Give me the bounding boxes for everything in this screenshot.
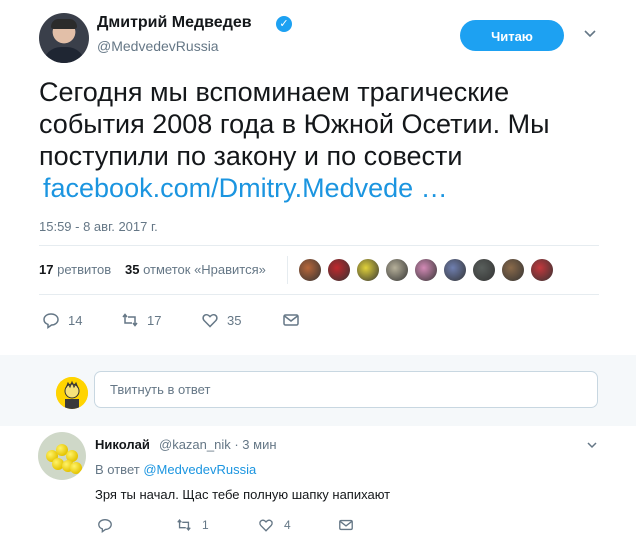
- reply-icon: [98, 518, 112, 533]
- reply-retweet-button[interactable]: 1: [176, 517, 209, 533]
- reply-reply-button[interactable]: [97, 517, 123, 533]
- retweet-icon: [177, 519, 191, 531]
- reply-button[interactable]: 14: [42, 311, 82, 329]
- current-user-avatar: [56, 377, 88, 409]
- retweets-stat[interactable]: 17 ретвитов: [39, 262, 111, 277]
- chevron-down-icon[interactable]: [586, 439, 598, 451]
- tweet-text: Сегодня мы вспоминаем трагические событи…: [39, 77, 550, 171]
- chevron-down-icon[interactable]: [583, 26, 597, 40]
- reply-like-count: 4: [284, 518, 291, 532]
- reply-count: 14: [68, 312, 83, 328]
- author-name[interactable]: Дмитрий Медведев: [97, 14, 252, 32]
- author-avatar[interactable]: [39, 13, 89, 63]
- reply-icon: [43, 313, 59, 329]
- reply-author-name[interactable]: Николай: [95, 437, 150, 452]
- liker-avatar[interactable]: [501, 258, 525, 282]
- liker-avatar[interactable]: [327, 258, 351, 282]
- liker-avatar[interactable]: [443, 258, 467, 282]
- tweet-timestamp[interactable]: 15:59 - 8 авг. 2017 г.: [39, 219, 158, 234]
- verified-badge-icon: ✓: [276, 16, 292, 32]
- following-button[interactable]: Читаю: [460, 20, 564, 51]
- heart-icon: [259, 519, 273, 532]
- likes-label: отметок «Нравится»: [143, 262, 266, 277]
- retweets-count: 17: [39, 262, 54, 277]
- liker-avatar[interactable]: [356, 258, 380, 282]
- envelope-icon: [283, 314, 299, 326]
- reply-dm-button[interactable]: [338, 517, 354, 533]
- divider: [39, 294, 599, 295]
- reply-like-button[interactable]: 4: [258, 517, 291, 533]
- tweet-link[interactable]: facebook.com/Dmitry.Medvede …: [43, 172, 448, 204]
- liker-avatar[interactable]: [298, 258, 322, 282]
- reply-retweet-count: 1: [202, 518, 209, 532]
- retweet-button[interactable]: 17: [121, 311, 161, 329]
- retweet-icon: [122, 313, 138, 327]
- in-reply-prefix: В ответ: [95, 462, 140, 477]
- reply-text: Зря ты начал. Щас тебе полную шапку напи…: [95, 487, 391, 502]
- likes-count: 35: [125, 262, 140, 277]
- liker-avatar[interactable]: [530, 258, 554, 282]
- liker-avatar[interactable]: [472, 258, 496, 282]
- likes-stat[interactable]: 35 отметок «Нравится»: [125, 262, 266, 277]
- reply-author-handle-time[interactable]: @kazan_nik · 3 мин: [159, 437, 277, 452]
- like-button[interactable]: 35: [201, 311, 241, 329]
- reply-author-avatar[interactable]: [38, 432, 86, 480]
- liker-avatar[interactable]: [414, 258, 438, 282]
- stats-separator: [287, 256, 288, 284]
- in-reply-to: В ответ @MedvedevRussia: [95, 462, 256, 477]
- heart-icon: [202, 313, 218, 328]
- envelope-icon: [339, 519, 353, 531]
- author-handle[interactable]: @MedvedevRussia: [97, 38, 219, 54]
- retweet-count: 17: [147, 312, 162, 328]
- reply-input[interactable]: [94, 371, 598, 408]
- retweets-label: ретвитов: [57, 262, 112, 277]
- liker-avatar[interactable]: [385, 258, 409, 282]
- in-reply-handle-link[interactable]: @MedvedevRussia: [143, 462, 256, 477]
- divider: [39, 245, 599, 246]
- direct-message-button[interactable]: [282, 311, 300, 329]
- like-count: 35: [227, 312, 242, 328]
